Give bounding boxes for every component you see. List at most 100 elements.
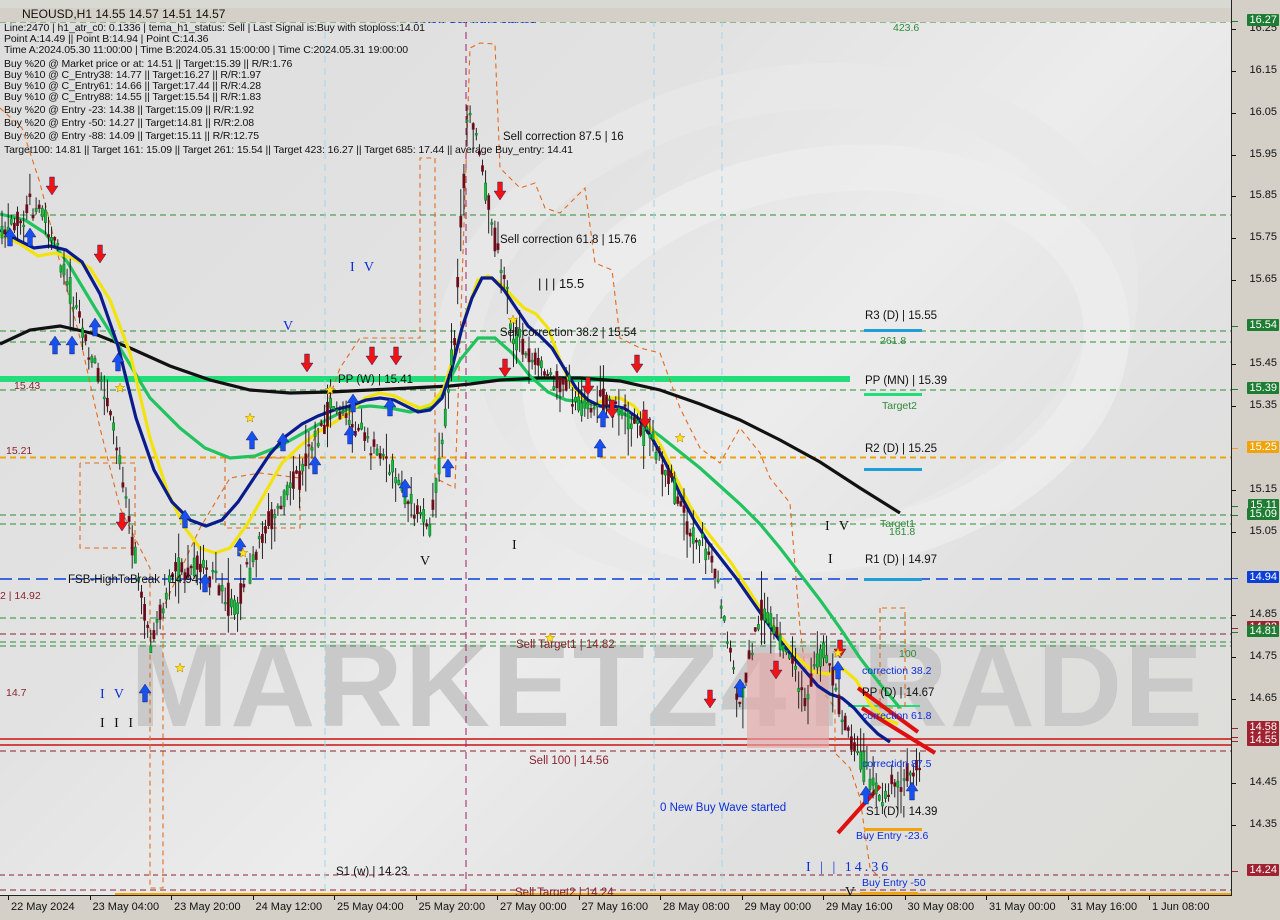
price-tick — [1232, 364, 1236, 366]
price-level-badge[interactable]: 15.09 — [1247, 507, 1279, 520]
level-label-15-43: 15.43 — [14, 380, 41, 392]
price-tick-label: 15.35 — [1249, 398, 1277, 411]
r1-underline — [864, 578, 922, 581]
price-level-badge[interactable]: 14.24 — [1247, 863, 1279, 876]
price-level-badge[interactable]: 15.54 — [1247, 319, 1279, 332]
price-level-marker — [1232, 728, 1238, 730]
time-tick-label: 28 May 08:00 — [663, 901, 730, 913]
price-tick-label: 14.45 — [1249, 775, 1277, 788]
price-level-marker — [1232, 514, 1238, 516]
time-tick — [8, 896, 9, 900]
price-axis[interactable]: 16.25 16.15 16.05 15.95 15.85 15.75 15.65 15.45… — [1231, 0, 1280, 920]
level-label-s1-d: S1 (D) | 14.39 — [866, 806, 938, 818]
price-tick — [1232, 405, 1236, 407]
price-tick-label: 15.45 — [1249, 357, 1277, 370]
price-level-marker — [1232, 447, 1238, 449]
time-tick — [497, 896, 498, 900]
price-level-marker — [1232, 627, 1238, 629]
price-tick — [1232, 112, 1236, 114]
price-level-marker — [1232, 577, 1238, 579]
r2-underline — [864, 468, 922, 471]
time-tick-label: 23 May 04:00 — [92, 901, 160, 913]
time-tick-label: 27 May 16:00 — [581, 901, 649, 913]
price-tick — [1232, 782, 1236, 784]
wave-mark-i-b: I — [828, 552, 836, 567]
wave-mark-iii-c: I I I — [100, 716, 136, 731]
price-level-badge[interactable]: 14.94 — [1247, 570, 1279, 583]
price-level-badge[interactable]: 14.55 — [1247, 734, 1279, 747]
time-tick-label: 24 May 12:00 — [255, 901, 323, 913]
price-tick — [1232, 28, 1236, 30]
time-tick-label: 23 May 20:00 — [174, 901, 241, 913]
time-tick — [89, 896, 91, 900]
price-tick — [1232, 531, 1236, 533]
annotation-sell-correction-618: Sell correction 61.8 | 15.76 — [500, 234, 637, 246]
time-tick — [741, 896, 743, 900]
price-level-badge[interactable]: 15.25 — [1247, 440, 1279, 453]
wave-mark-iv-a: I V — [350, 260, 378, 275]
price-tick — [1232, 824, 1236, 826]
info-line-7: Buy %20 @ Entry -23: 14.38 || Target:15.… — [4, 104, 255, 116]
annotation-sell-correction-382: Sell correction 38.2 | 15.54 — [500, 327, 637, 339]
price-level-marker — [1232, 389, 1238, 391]
price-tick-label: 15.85 — [1249, 189, 1277, 202]
price-tick-label: 14.35 — [1249, 817, 1277, 830]
price-tick-label: 15.05 — [1249, 524, 1277, 537]
price-tick-label: 14.75 — [1249, 650, 1277, 663]
price-tick-label: 16.05 — [1249, 105, 1277, 118]
time-tick-label: 25 May 04:00 — [337, 901, 404, 913]
price-level-badge[interactable]: 14.81 — [1247, 625, 1279, 638]
level-label-161-8: 161.8 — [889, 526, 916, 538]
wave-mark-iv-b: I V — [825, 519, 853, 534]
time-tick — [415, 896, 417, 900]
level-label-r1: R1 (D) | 14.97 — [865, 554, 938, 566]
time-tick-label: 29 May 00:00 — [744, 901, 812, 913]
level-label-pp-mn: PP (MN) | 15.39 — [865, 375, 948, 387]
time-axis[interactable]: 22 May 2024 23 May 04:00 23 May 20:00 24 Ma… — [0, 895, 1232, 920]
time-tick — [252, 896, 254, 900]
price-level-marker — [1232, 741, 1238, 743]
price-tick — [1232, 70, 1236, 72]
chart-symbol-title: NEOUSD,H1 14.55 14.57 14.51 14.57 — [22, 8, 226, 21]
price-level-marker — [1232, 326, 1238, 328]
price-tick-label: 15.75 — [1249, 231, 1277, 244]
level-label-corr-38-2: correction 38.2 — [862, 665, 932, 677]
wave-mark-iiii-d: I | | 14.36 — [806, 860, 892, 875]
price-tick — [1232, 489, 1236, 491]
info-line-9: Buy %20 @ Entry -88: 14.09 || Target:15.… — [4, 130, 259, 142]
level-label-pp-d: PP (D) | 14.67 — [862, 687, 935, 699]
price-tick — [1232, 154, 1236, 156]
wave-mark-v-b: V — [420, 554, 434, 569]
wave-mark-v-a: V — [283, 319, 297, 334]
price-tick — [1232, 196, 1236, 198]
price-tick-label: 15.65 — [1249, 273, 1277, 286]
price-tick — [1232, 280, 1236, 282]
level-label-r3: R3 (D) | 15.55 — [865, 310, 938, 322]
time-tick — [660, 896, 661, 900]
price-tick — [1232, 238, 1236, 240]
price-tick — [1232, 657, 1236, 659]
time-tick — [904, 896, 906, 900]
price-tick-label: 15.95 — [1249, 147, 1277, 160]
price-level-badge[interactable]: 16.27 — [1247, 13, 1279, 26]
level-label-corr-87-5: correction 87.5 — [862, 758, 932, 770]
annotation-wave-15-5: | | | 15.5 — [538, 276, 585, 291]
level-label-sell-100: Sell 100 | 14.56 — [529, 755, 609, 767]
annotation-sell-correction-875: Sell correction 87.5 | 16 — [503, 131, 624, 143]
price-level-badge[interactable]: 15.39 — [1247, 382, 1279, 395]
chart-plot-area[interactable]: MARKETZ4TRADE R3 (D) | 15.55 261.8 PP (M… — [0, 8, 1232, 896]
price-level-marker — [1232, 20, 1238, 22]
time-tick-label: 22 May 2024 — [11, 901, 75, 913]
time-tick — [1149, 896, 1150, 900]
level-label-buy-50: Buy Entry -50 — [862, 877, 926, 889]
time-tick — [986, 896, 987, 900]
level-label-fsb: FSB-HighToBreak | 14.94 — [68, 574, 199, 586]
price-level-marker — [1232, 870, 1238, 872]
level-label-buy-23-6: Buy Entry -23.6 — [856, 830, 929, 842]
level-label-target2: Target2 — [882, 400, 918, 412]
info-line-6: Buy %10 @ C_Entry88: 14.55 || Target:15.… — [4, 91, 262, 103]
time-tick — [334, 896, 335, 900]
time-tick — [578, 896, 580, 900]
level-label-14-7: 14.7 — [6, 687, 27, 699]
level-label-261-8: 261.8 — [880, 335, 907, 347]
